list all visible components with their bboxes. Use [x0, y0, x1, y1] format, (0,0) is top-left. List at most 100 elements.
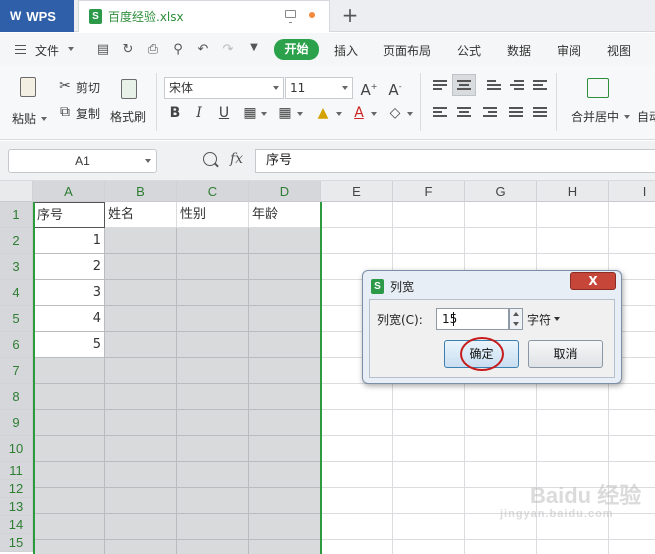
- tab-data[interactable]: 数据: [507, 42, 531, 59]
- cell-style-icon[interactable]: ▦: [276, 105, 294, 121]
- column-header[interactable]: B: [105, 181, 177, 202]
- column-header[interactable]: C: [177, 181, 249, 202]
- export-icon[interactable]: ↻: [120, 42, 136, 57]
- hamburger-menu-icon[interactable]: [15, 45, 26, 54]
- unit-select[interactable]: 字符: [527, 311, 551, 328]
- align-middle-button[interactable]: [452, 74, 476, 96]
- align-top-icon[interactable]: [433, 80, 447, 91]
- fill-color-icon[interactable]: ▲: [314, 105, 332, 121]
- column-header[interactable]: I: [609, 181, 655, 202]
- distribute-icon[interactable]: [533, 107, 547, 118]
- cell-d1[interactable]: 年龄: [249, 202, 321, 228]
- format-painter-button[interactable]: 格式刷: [108, 73, 150, 131]
- chevron-down-icon[interactable]: [371, 112, 377, 116]
- row-header[interactable]: 9: [0, 410, 33, 436]
- tab-view[interactable]: 视图: [607, 42, 631, 59]
- chevron-down-icon[interactable]: [407, 112, 413, 116]
- save-icon[interactable]: ▤: [95, 42, 111, 57]
- decrease-font-icon[interactable]: A-: [386, 79, 404, 98]
- copy-button[interactable]: ⧉ 复制: [56, 104, 106, 122]
- cell-a5[interactable]: 4: [33, 306, 105, 332]
- name-box[interactable]: A1: [8, 149, 157, 173]
- column-header[interactable]: G: [465, 181, 537, 202]
- chevron-down-icon[interactable]: [68, 47, 74, 51]
- row-header[interactable]: 7: [0, 358, 33, 384]
- column-width-input[interactable]: 15: [436, 308, 509, 330]
- font-size-select[interactable]: 11: [285, 77, 353, 99]
- row-header[interactable]: 8: [0, 384, 33, 410]
- row-header[interactable]: 15: [0, 534, 33, 552]
- row-header[interactable]: 1: [0, 202, 33, 228]
- cut-button[interactable]: ✂ 剪切: [56, 78, 106, 96]
- row-header[interactable]: 3: [0, 254, 33, 280]
- tab-review[interactable]: 审阅: [557, 42, 581, 59]
- width-stepper[interactable]: [509, 308, 523, 330]
- file-menu[interactable]: 文件: [35, 42, 59, 59]
- bold-icon[interactable]: B: [166, 105, 184, 121]
- undo-icon[interactable]: ↶: [195, 42, 211, 57]
- border-icon[interactable]: ▦: [241, 105, 259, 121]
- column-header[interactable]: F: [393, 181, 465, 202]
- wrap-icon[interactable]: [533, 80, 547, 91]
- redo-icon[interactable]: ↷: [220, 42, 236, 57]
- align-center-icon[interactable]: [457, 107, 471, 118]
- font-name-select[interactable]: 宋体: [164, 77, 284, 99]
- search-icon[interactable]: [203, 152, 217, 166]
- merge-center-button[interactable]: 合并居中: [566, 73, 632, 131]
- chevron-down-icon[interactable]: [554, 317, 560, 321]
- column-header[interactable]: E: [321, 181, 393, 202]
- tab-formulas[interactable]: 公式: [457, 42, 481, 59]
- indent-icon[interactable]: [510, 80, 524, 91]
- chevron-down-icon[interactable]: [513, 322, 519, 326]
- row-header[interactable]: 4: [0, 280, 33, 306]
- close-button[interactable]: X: [570, 272, 616, 290]
- row-header[interactable]: 11: [0, 462, 33, 480]
- select-all-corner[interactable]: [0, 181, 33, 202]
- chevron-down-icon[interactable]: [261, 112, 267, 116]
- chevron-down-icon[interactable]: [297, 112, 303, 116]
- cell-a4[interactable]: 3: [33, 280, 105, 306]
- function-icon[interactable]: fx: [230, 151, 243, 167]
- row-header[interactable]: 5: [0, 306, 33, 332]
- increase-font-icon[interactable]: A+: [360, 79, 378, 98]
- ok-button[interactable]: 确定: [444, 340, 519, 368]
- print-icon[interactable]: ⎙: [145, 42, 161, 57]
- row-header[interactable]: 10: [0, 436, 33, 462]
- cell-a2[interactable]: 1: [33, 228, 105, 254]
- cell-b1[interactable]: 姓名: [105, 202, 177, 228]
- cell-c1[interactable]: 性别: [177, 202, 249, 228]
- monitor-icon[interactable]: [285, 10, 296, 23]
- column-header[interactable]: D: [249, 181, 321, 202]
- column-header[interactable]: H: [537, 181, 609, 202]
- chevron-up-icon[interactable]: [513, 312, 519, 316]
- chevron-down-icon[interactable]: [336, 112, 342, 116]
- align-left-icon[interactable]: [433, 107, 447, 118]
- row-header[interactable]: 6: [0, 332, 33, 358]
- column-header[interactable]: A: [33, 181, 105, 202]
- formula-input[interactable]: 序号: [255, 149, 655, 173]
- tab-page-layout[interactable]: 页面布局: [383, 42, 431, 59]
- print-preview-icon[interactable]: ⚲: [170, 42, 186, 57]
- row-header[interactable]: 14: [0, 516, 33, 534]
- italic-icon[interactable]: I: [190, 105, 208, 121]
- underline-icon[interactable]: U: [215, 105, 233, 121]
- new-tab-button[interactable]: +: [340, 2, 360, 28]
- tab-insert[interactable]: 插入: [334, 42, 358, 59]
- row-header[interactable]: 13: [0, 498, 33, 516]
- align-bottom-icon[interactable]: [487, 80, 501, 91]
- auto-wrap-button[interactable]: 自动: [637, 73, 655, 131]
- paste-button[interactable]: 粘贴: [10, 71, 47, 131]
- cancel-button[interactable]: 取消: [528, 340, 603, 368]
- row-header[interactable]: 12: [0, 480, 33, 498]
- cell-a3[interactable]: 2: [33, 254, 105, 280]
- customize-dropdown-icon[interactable]: ▼: [246, 42, 262, 53]
- row-header[interactable]: 2: [0, 228, 33, 254]
- tab-start[interactable]: 开始: [274, 39, 319, 60]
- font-color-icon[interactable]: A: [350, 105, 368, 121]
- align-right-icon[interactable]: [483, 107, 497, 118]
- cell-a1[interactable]: 序号: [33, 202, 105, 228]
- justify-icon[interactable]: [509, 107, 523, 118]
- clear-format-icon[interactable]: ◇: [386, 105, 404, 121]
- cell-a6[interactable]: 5: [33, 332, 105, 358]
- wps-app-tab[interactable]: W WPS: [0, 0, 74, 32]
